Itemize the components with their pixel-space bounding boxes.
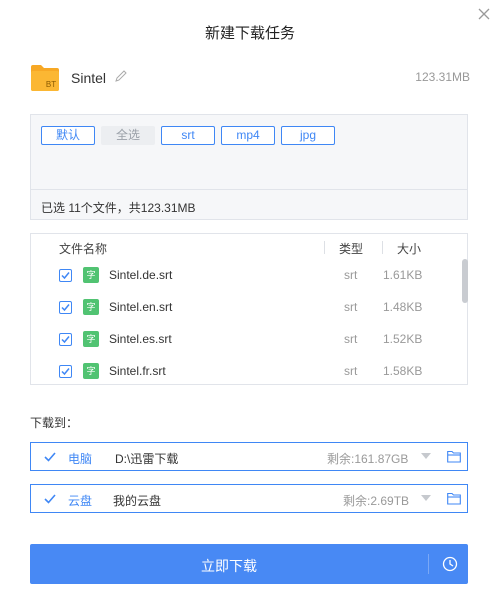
download-to-label: 下载到： [30,416,79,430]
filter-mp4-chip[interactable]: mp4 [221,126,275,145]
file-type: srt [344,332,358,346]
subtitle-file-icon: 字 [83,363,99,379]
filter-select-all-chip[interactable]: 全选 [101,126,155,145]
torrent-size: 123.31MB [415,70,470,84]
file-checkbox[interactable] [59,301,72,314]
file-row[interactable]: 字 Sintel.fr.srt srt 1.58KB [31,356,461,384]
column-header-type[interactable]: 类型 [339,240,363,257]
file-name: Sintel.de.srt [109,268,173,282]
subtitle-file-icon: 字 [83,299,99,315]
file-size: 1.58KB [383,364,423,378]
subtitle-file-icon: 字 [83,267,99,283]
file-checkbox[interactable] [59,365,72,378]
file-list: 文件名称 类型 大小 字 Sintel.de.srt srt 1.61KB 字 … [30,233,468,385]
file-size: 1.48KB [383,300,423,314]
download-now-button[interactable]: 立即下载 [30,544,468,584]
filter-default-chip[interactable]: 默认 [41,126,95,145]
selection-summary: 已选 11个文件，共123.31MB [41,201,196,215]
dropdown-arrow-icon[interactable] [421,453,431,459]
dropdown-arrow-icon[interactable] [421,495,431,501]
svg-text:BT: BT [46,80,56,89]
folder-icon[interactable] [447,450,461,463]
destination-label: 电脑 [68,452,93,466]
file-type: srt [344,300,358,314]
file-checkbox[interactable] [59,269,72,282]
check-icon[interactable] [43,450,57,464]
bt-folder-icon: BT [30,62,60,92]
column-header-size[interactable]: 大小 [397,240,421,257]
file-name: Sintel.fr.srt [109,364,166,378]
check-icon[interactable] [43,492,57,506]
file-row[interactable]: 字 Sintel.es.srt srt 1.52KB [31,324,461,356]
edit-name-icon[interactable] [114,69,128,83]
destination-computer[interactable]: 电脑 D:\迅雷下载 剩余:161.87GB [30,442,468,471]
destination-label: 云盘 [68,494,93,508]
file-name: Sintel.en.srt [109,300,173,314]
file-type: srt [344,364,358,378]
destination-cloud[interactable]: 云盘 我的云盘 剩余:2.69TB [30,484,468,513]
destination-free-space: 剩余:161.87GB [327,452,409,466]
close-icon[interactable] [474,6,494,26]
destination-path: D:\迅雷下载 [115,452,179,466]
column-divider [324,241,325,254]
filter-srt-chip[interactable]: srt [161,126,215,145]
file-row[interactable]: 字 Sintel.en.srt srt 1.48KB [31,292,461,324]
file-type: srt [344,268,358,282]
subtitle-file-icon: 字 [83,331,99,347]
file-name: Sintel.es.srt [109,332,172,346]
destination-path: 我的云盘 [113,494,162,508]
file-list-scrollbar[interactable] [462,259,468,303]
download-now-label: 立即下载 [201,558,257,574]
folder-icon[interactable] [447,492,461,505]
file-size: 1.52KB [383,332,423,346]
torrent-name: Sintel [71,70,107,86]
destination-free-space: 剩余:2.69TB [343,494,410,508]
button-divider [428,554,429,574]
dialog-title: 新建下载任务 [204,25,295,42]
filter-jpg-chip[interactable]: jpg [281,126,335,145]
file-row[interactable]: 字 Sintel.de.srt srt 1.61KB [31,260,461,292]
divider [31,189,467,190]
column-header-name[interactable]: 文件名称 [59,240,107,257]
filter-panel: 默认 全选 srt mp4 jpg 已选 11个文件，共123.31MB [30,114,468,220]
file-size: 1.61KB [383,268,423,282]
file-checkbox[interactable] [59,333,72,346]
schedule-clock-icon[interactable] [442,556,458,572]
column-divider [382,241,383,254]
